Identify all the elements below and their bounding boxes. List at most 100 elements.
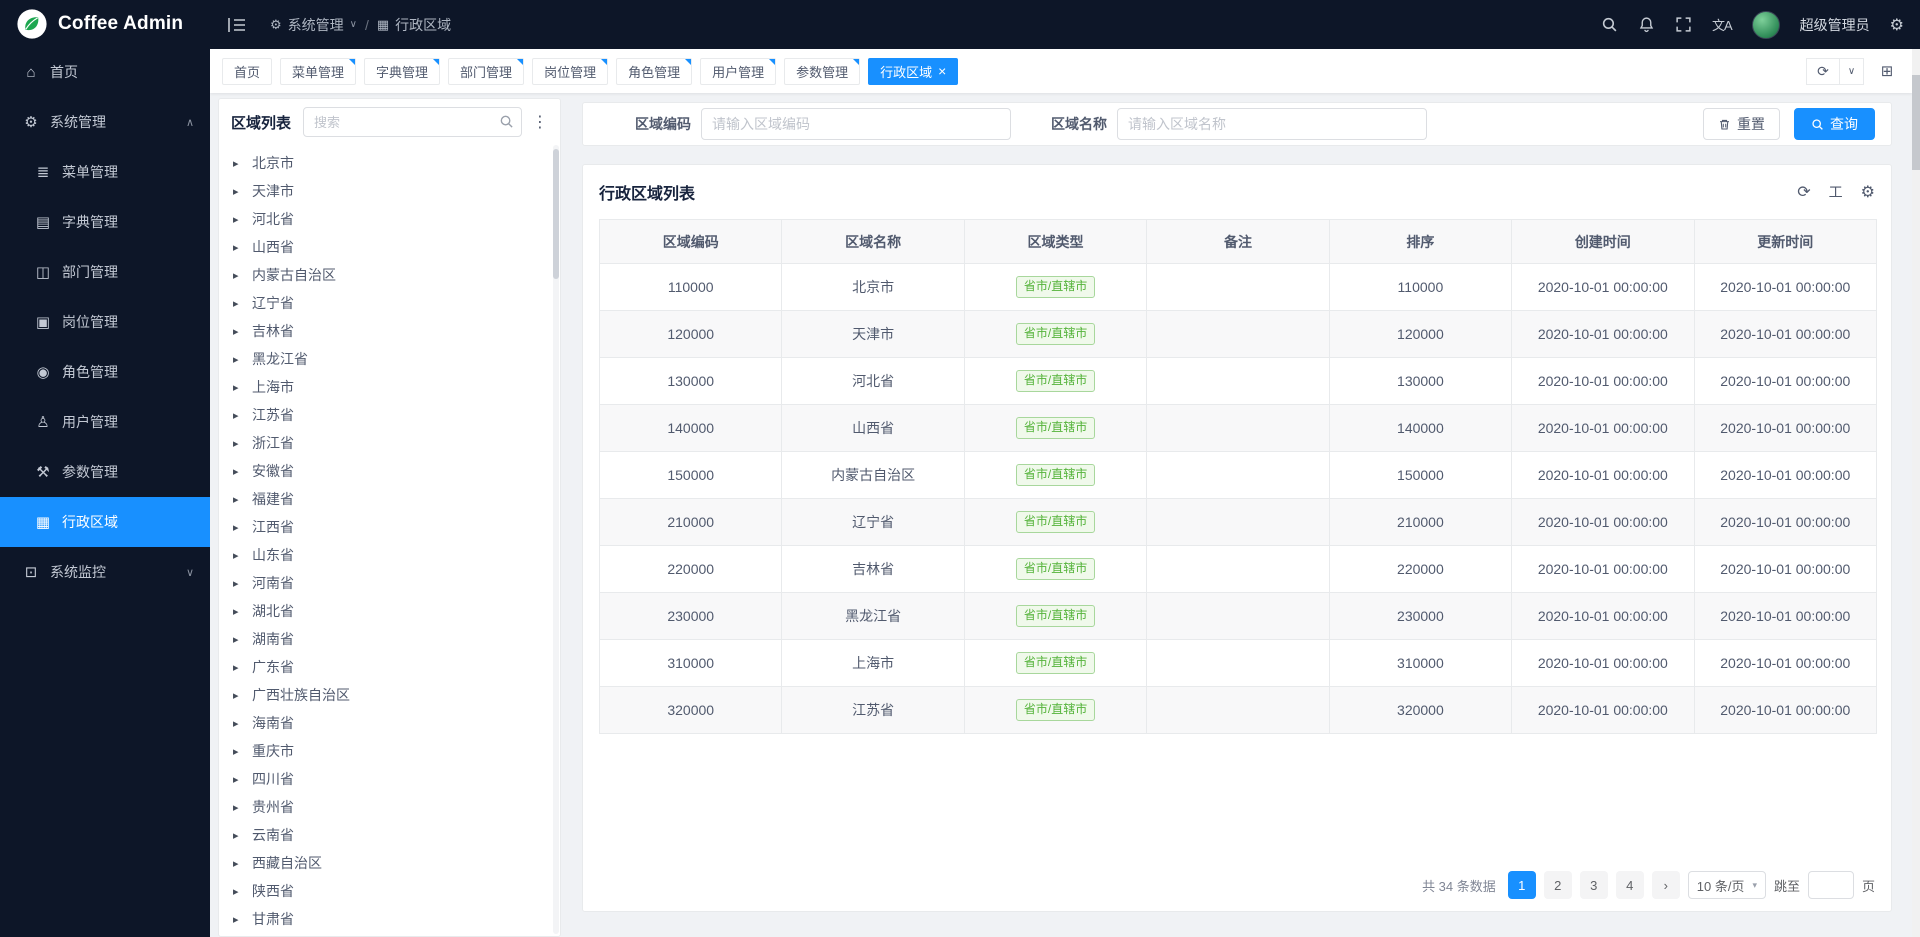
sidebar-group-system-management[interactable]: ⚙ 系统管理 ∧ <box>0 97 210 147</box>
region-tree-item[interactable]: ▸福建省 <box>219 485 560 513</box>
caret-right-icon[interactable]: ▸ <box>233 857 247 870</box>
reset-button[interactable]: 重置 <box>1703 108 1780 140</box>
caret-right-icon[interactable]: ▸ <box>233 633 247 646</box>
layout-icon[interactable]: ⊞ <box>1874 58 1900 84</box>
region-tree-item[interactable]: ▸江西省 <box>219 513 560 541</box>
region-code-input[interactable] <box>701 108 1011 140</box>
region-tree-item[interactable]: ▸北京市 <box>219 149 560 177</box>
caret-right-icon[interactable]: ▸ <box>233 269 247 282</box>
tab-menu[interactable]: 菜单管理 <box>280 58 356 85</box>
tab-menu-chevron-icon[interactable]: ∨ <box>1840 58 1864 85</box>
caret-right-icon[interactable]: ▸ <box>233 353 247 366</box>
user-name[interactable]: 超级管理员 <box>1800 15 1870 35</box>
caret-right-icon[interactable]: ▸ <box>233 325 247 338</box>
caret-right-icon[interactable]: ▸ <box>233 717 247 730</box>
region-tree-item[interactable]: ▸广东省 <box>219 653 560 681</box>
notification-bell-icon[interactable] <box>1638 16 1655 33</box>
caret-right-icon[interactable]: ▸ <box>233 493 247 506</box>
caret-right-icon[interactable]: ▸ <box>233 409 247 422</box>
caret-right-icon[interactable]: ▸ <box>233 465 247 478</box>
sidebar-item-param-management[interactable]: ⚒参数管理 <box>0 447 210 497</box>
more-options-icon[interactable]: ⋮ <box>532 112 548 132</box>
region-search-input[interactable] <box>303 107 522 137</box>
breadcrumb-root[interactable]: ⚙ 系统管理 ∨ <box>270 15 357 35</box>
region-tree-item[interactable]: ▸天津市 <box>219 177 560 205</box>
column-settings-gear-icon[interactable]: ⚙ <box>1861 182 1875 202</box>
region-tree-item[interactable]: ▸辽宁省 <box>219 289 560 317</box>
caret-right-icon[interactable]: ▸ <box>233 689 247 702</box>
region-tree-item[interactable]: ▸河北省 <box>219 205 560 233</box>
region-tree-item[interactable]: ▸海南省 <box>219 709 560 737</box>
page-size-select[interactable]: 10 条/页 ▾ <box>1688 871 1766 899</box>
page-button-1[interactable]: 1 <box>1508 871 1536 899</box>
collapse-sidebar-icon[interactable] <box>228 17 246 33</box>
search-icon[interactable] <box>499 114 514 129</box>
page-scrollbar-track[interactable] <box>1912 49 1920 937</box>
user-avatar[interactable] <box>1752 11 1780 39</box>
region-tree-item[interactable]: ▸湖南省 <box>219 625 560 653</box>
sidebar-item-dict-management[interactable]: ▤字典管理 <box>0 197 210 247</box>
caret-right-icon[interactable]: ▸ <box>233 521 247 534</box>
page-button-2[interactable]: 2 <box>1544 871 1572 899</box>
caret-right-icon[interactable]: ▸ <box>233 241 247 254</box>
region-tree-item[interactable]: ▸广西壮族自治区 <box>219 681 560 709</box>
sidebar-item-dept-management[interactable]: ◫部门管理 <box>0 247 210 297</box>
caret-right-icon[interactable]: ▸ <box>233 437 247 450</box>
row-height-icon[interactable]: 工 <box>1829 182 1843 202</box>
caret-right-icon[interactable]: ▸ <box>233 913 247 926</box>
region-tree-item[interactable]: ▸安徽省 <box>219 457 560 485</box>
page-button-4[interactable]: 4 <box>1616 871 1644 899</box>
tab-dict[interactable]: 字典管理 <box>364 58 440 85</box>
page-scrollbar-thumb[interactable] <box>1912 75 1920 170</box>
caret-right-icon[interactable]: ▸ <box>233 885 247 898</box>
region-name-input[interactable] <box>1117 108 1427 140</box>
region-tree-item[interactable]: ▸贵州省 <box>219 793 560 821</box>
caret-right-icon[interactable]: ▸ <box>233 157 247 170</box>
caret-right-icon[interactable]: ▸ <box>233 773 247 786</box>
fullscreen-icon[interactable] <box>1675 16 1692 33</box>
region-tree-item[interactable]: ▸重庆市 <box>219 737 560 765</box>
caret-right-icon[interactable]: ▸ <box>233 213 247 226</box>
tab-dept[interactable]: 部门管理 <box>448 58 524 85</box>
region-tree-item[interactable]: ▸湖北省 <box>219 597 560 625</box>
caret-right-icon[interactable]: ▸ <box>233 661 247 674</box>
region-tree-item[interactable]: ▸河南省 <box>219 569 560 597</box>
search-icon[interactable] <box>1601 16 1618 33</box>
region-tree-item[interactable]: ▸黑龙江省 <box>219 345 560 373</box>
sidebar-item-post-management[interactable]: ▣岗位管理 <box>0 297 210 347</box>
sidebar-item-user-management[interactable]: ♙用户管理 <box>0 397 210 447</box>
jump-page-input[interactable] <box>1808 871 1854 899</box>
sidebar-item-menu-management[interactable]: ≣菜单管理 <box>0 147 210 197</box>
caret-right-icon[interactable]: ▸ <box>233 829 247 842</box>
region-tree-item[interactable]: ▸四川省 <box>219 765 560 793</box>
page-button-3[interactable]: 3 <box>1580 871 1608 899</box>
region-tree-item[interactable]: ▸西藏自治区 <box>219 849 560 877</box>
translate-icon[interactable]: 文A <box>1712 15 1732 34</box>
next-page-button[interactable]: › <box>1652 871 1680 899</box>
region-tree-item[interactable]: ▸甘肃省 <box>219 905 560 933</box>
tab-region[interactable]: 行政区域× <box>868 58 958 85</box>
tab-user[interactable]: 用户管理 <box>700 58 776 85</box>
refresh-icon[interactable]: ⟳ <box>1797 182 1810 202</box>
close-tab-icon[interactable]: × <box>938 64 946 78</box>
caret-right-icon[interactable]: ▸ <box>233 185 247 198</box>
settings-gear-icon[interactable]: ⚙ <box>1890 15 1904 35</box>
caret-right-icon[interactable]: ▸ <box>233 577 247 590</box>
tab-role[interactable]: 角色管理 <box>616 58 692 85</box>
sidebar-group-system-monitor[interactable]: ⊡ 系统监控 ∨ <box>0 547 210 597</box>
region-tree-item[interactable]: ▸山东省 <box>219 541 560 569</box>
region-tree-item[interactable]: ▸吉林省 <box>219 317 560 345</box>
region-tree-item[interactable]: ▸云南省 <box>219 821 560 849</box>
caret-right-icon[interactable]: ▸ <box>233 745 247 758</box>
caret-right-icon[interactable]: ▸ <box>233 381 247 394</box>
caret-right-icon[interactable]: ▸ <box>233 605 247 618</box>
caret-right-icon[interactable]: ▸ <box>233 801 247 814</box>
sidebar-item-admin-region[interactable]: ▦行政区域 <box>0 497 210 547</box>
region-tree-item[interactable]: ▸陕西省 <box>219 877 560 905</box>
tab-post[interactable]: 岗位管理 <box>532 58 608 85</box>
tab-home[interactable]: 首页 <box>222 58 272 85</box>
region-tree-item[interactable]: ▸上海市 <box>219 373 560 401</box>
caret-right-icon[interactable]: ▸ <box>233 549 247 562</box>
region-tree-item[interactable]: ▸内蒙古自治区 <box>219 261 560 289</box>
query-button[interactable]: 查询 <box>1794 108 1875 140</box>
